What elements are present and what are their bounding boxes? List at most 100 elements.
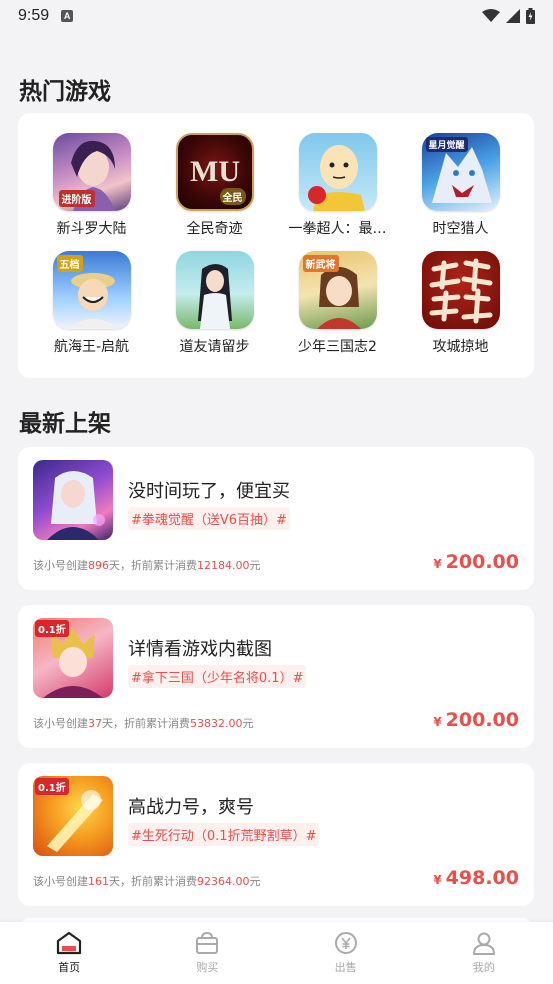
currency-symbol: ¥ (433, 873, 442, 887)
meta-prefix: 该小号创建 (33, 559, 88, 572)
listing-game-tag[interactable]: #生死行动（0.1折荒野割草）# (128, 823, 320, 846)
status-time: 9:59 (18, 7, 50, 24)
status-bar: 9:59 A (0, 0, 553, 32)
game-item-mu[interactable]: MU 全民 全民奇迹 (153, 133, 276, 251)
meta-days: 896 (88, 559, 109, 572)
hot-games-card: 进阶版 新斗罗大陆 MU 全民 全民奇迹 一拳超人：最… 星月觉醒 时空猎人 五… (18, 113, 534, 378)
game-name: 全民奇迹 (186, 221, 243, 237)
tab-label: 购买 (196, 961, 219, 974)
meta-spent: 12184.00 (197, 559, 250, 572)
listing-title: 详情看游戏内截图 (128, 639, 272, 660)
tab-label: 我的 (472, 961, 495, 974)
listing-thumb-quanhun (33, 460, 113, 540)
status-left: 9:59 A (18, 7, 74, 25)
game-item-sanguo2[interactable]: 新武将 少年三国志2 (276, 251, 399, 369)
listing-title: 没时间玩了，便宜买 (128, 481, 290, 502)
game-badge-mu: 全民 (219, 188, 246, 205)
game-icon-onepiece: 五档 (52, 251, 131, 329)
bottom-tab-bar: 首页 购买 出售 我的 (0, 922, 553, 984)
game-item-onepiece[interactable]: 五档 航海王-启航 (30, 251, 153, 369)
price-value: 200.00 (445, 551, 519, 573)
shopping-basket-icon (196, 931, 219, 954)
svg-text:MU: MU (190, 155, 240, 188)
listing-price: ¥ 498.00 (433, 867, 519, 889)
listing-meta: 该小号创建896天，折前累计消费12184.00元 (33, 557, 261, 573)
game-item-daoyou[interactable]: 道友请留步 (153, 251, 276, 369)
game-name: 航海王-启航 (53, 339, 130, 355)
home-icon (57, 931, 82, 955)
yen-coin-icon (334, 932, 357, 954)
listing-card[interactable]: 0.1折 详情看游戏内截图 #拿下三国（少年名将0.1）# 该小号创建37天，折… (18, 605, 534, 748)
price-value: 498.00 (445, 867, 519, 889)
game-icon-shikong: 星月觉醒 (421, 133, 500, 211)
game-name: 新斗罗大陆 (56, 221, 127, 237)
game-badge-shikong: 星月觉醒 (425, 137, 468, 152)
meta-suffix: 元 (249, 559, 261, 572)
game-icon-daoyou (175, 251, 254, 329)
discount-badge: 0.1折 (35, 778, 69, 795)
listing-thumb-shengsi: 0.1折 (33, 776, 113, 856)
game-badge-sanguo2: 新武将 (302, 255, 339, 272)
game-icon-mu: MU 全民 (175, 133, 254, 211)
meta-spent: 53832.00 (190, 717, 243, 730)
game-name: 一拳超人：最… (288, 221, 387, 237)
meta-prefix: 该小号创建 (33, 717, 88, 730)
game-icon-gongcheng (421, 251, 500, 329)
hot-games-title: 热门游戏 (19, 79, 111, 105)
currency-symbol: ¥ (433, 557, 442, 571)
signal-icon (506, 9, 520, 23)
listing-title: 高战力号，爽号 (128, 797, 254, 818)
meta-days: 161 (88, 875, 109, 888)
game-item-onepunch[interactable]: 一拳超人：最… (276, 133, 399, 251)
onepunch-art (307, 145, 365, 211)
status-right (482, 8, 535, 24)
meta-days: 37 (88, 717, 102, 730)
game-name: 攻城掠地 (432, 339, 489, 355)
tab-home[interactable]: 首页 (0, 931, 138, 975)
gongcheng-calligraphy-art (429, 258, 492, 324)
hot-games-grid: 进阶版 新斗罗大陆 MU 全民 全民奇迹 一拳超人：最… 星月觉醒 时空猎人 五… (18, 133, 534, 369)
meta-spent: 92364.00 (197, 875, 250, 888)
game-icon-onepunch (298, 133, 377, 211)
meta-mid: 天，折前累计消费 (109, 559, 197, 572)
tab-label: 首页 (58, 961, 81, 974)
meta-suffix: 元 (249, 875, 261, 888)
game-badge-onepiece: 五档 (56, 255, 83, 272)
game-item-shikong[interactable]: 星月觉醒 时空猎人 (399, 133, 522, 251)
quanhun-art (47, 471, 105, 540)
listing-card[interactable]: 0.1折 高战力号，爽号 #生死行动（0.1折荒野割草）# 该小号创建161天，… (18, 763, 534, 906)
meta-suffix: 元 (242, 717, 254, 730)
game-item-douluo[interactable]: 进阶版 新斗罗大陆 (30, 133, 153, 251)
discount-badge: 0.1折 (35, 620, 69, 637)
new-listings-title: 最新上架 (19, 411, 111, 437)
battery-icon (526, 8, 535, 24)
listing-game-tag[interactable]: #拿下三国（少年名将0.1）# (128, 665, 307, 688)
meta-mid: 天，折前累计消费 (102, 717, 190, 730)
listing-thumb-naxia: 0.1折 (33, 618, 113, 698)
tab-sell[interactable]: 出售 (277, 931, 415, 975)
notification-icon: A (61, 10, 74, 22)
person-icon (472, 932, 495, 955)
daoyou-art (197, 264, 232, 329)
currency-symbol: ¥ (433, 715, 442, 729)
wifi-icon (482, 9, 500, 22)
listing-meta: 该小号创建37天，折前累计消费53832.00元 (33, 715, 254, 731)
tab-mine[interactable]: 我的 (415, 931, 553, 975)
tab-buy[interactable]: 购买 (138, 931, 276, 975)
game-badge-douluo: 进阶版 (58, 190, 95, 207)
listing-price: ¥ 200.00 (433, 551, 519, 573)
game-item-gongcheng[interactable]: 攻城掠地 (399, 251, 522, 369)
game-name: 道友请留步 (179, 339, 250, 355)
tab-label: 出售 (334, 961, 357, 974)
listing-card[interactable]: 没时间玩了，便宜买 #拳魂觉醒（送V6百抽）# 该小号创建896天，折前累计消费… (18, 447, 534, 590)
listing-price: ¥ 200.00 (433, 709, 519, 731)
meta-prefix: 该小号创建 (33, 875, 88, 888)
game-name: 时空猎人 (432, 221, 489, 237)
meta-mid: 天，折前累计消费 (109, 875, 197, 888)
game-icon-douluo: 进阶版 (52, 133, 131, 211)
game-icon-sanguo2: 新武将 (298, 251, 377, 329)
listing-meta: 该小号创建161天，折前累计消费92364.00元 (33, 873, 261, 889)
price-value: 200.00 (445, 709, 519, 731)
game-name: 少年三国志2 (298, 339, 377, 355)
listing-game-tag[interactable]: #拳魂觉醒（送V6百抽）# (128, 507, 290, 530)
